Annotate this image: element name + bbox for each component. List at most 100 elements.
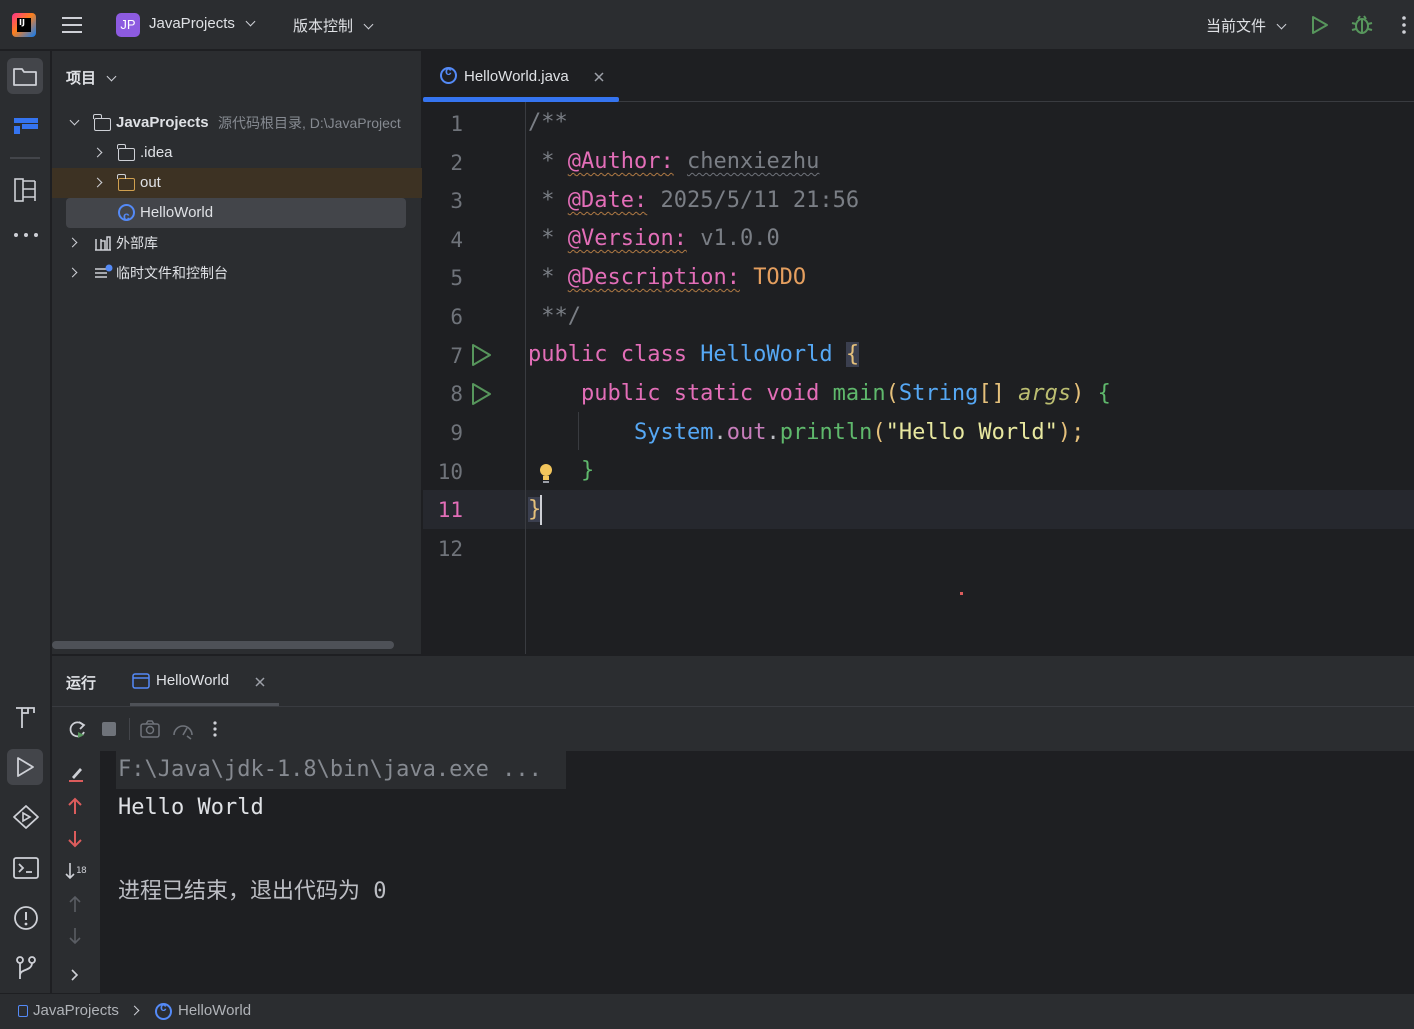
project-name: JavaProjects bbox=[149, 15, 235, 32]
code-line-9: System.out.println("Hello World"); bbox=[528, 420, 1084, 445]
line-number: 7 bbox=[450, 344, 463, 368]
brackets: [] bbox=[978, 381, 1019, 406]
doc-tag: @Date: bbox=[567, 188, 648, 213]
stop-icon[interactable] bbox=[102, 722, 116, 736]
code-line-4: * @Version: v1.0.0 bbox=[528, 226, 780, 251]
tree-root-hint: 源代码根目录, D:\JavaProject bbox=[218, 115, 401, 131]
run-tab-helloworld[interactable]: HelloWorld bbox=[130, 656, 279, 706]
run-gutter-icon[interactable] bbox=[470, 343, 492, 367]
main-menu-icon[interactable] bbox=[62, 15, 84, 35]
string-literal: "Hello World" bbox=[885, 420, 1058, 445]
breadcrumb-file[interactable]: HelloWorld bbox=[178, 1002, 251, 1019]
structure-tool-icon[interactable] bbox=[12, 114, 40, 138]
line-number: 10 bbox=[437, 460, 463, 484]
keyword: public static void bbox=[528, 381, 833, 406]
horizontal-scrollbar[interactable] bbox=[52, 641, 394, 649]
paren: ) bbox=[1071, 381, 1098, 406]
tree-item-label: out bbox=[140, 174, 161, 191]
line-number: 3 bbox=[450, 189, 463, 213]
bookmarks-icon[interactable] bbox=[13, 177, 39, 203]
brace-highlight: { bbox=[845, 342, 860, 367]
tree-item-helloworld[interactable]: HelloWorld bbox=[66, 198, 406, 231]
intellij-logo-icon[interactable]: IJ bbox=[12, 13, 36, 37]
camera-icon[interactable] bbox=[140, 720, 160, 738]
vcs-label: 版本控制 bbox=[293, 18, 354, 35]
method-name: println bbox=[779, 420, 873, 445]
text-cursor bbox=[540, 495, 542, 525]
left-tool-strip bbox=[0, 51, 51, 993]
build-hammer-icon[interactable] bbox=[13, 705, 39, 731]
doc-star: * bbox=[528, 149, 568, 174]
tree-item-label: .idea bbox=[140, 144, 173, 161]
project-badge[interactable]: JP bbox=[116, 13, 140, 37]
project-tool-button[interactable] bbox=[7, 58, 43, 94]
run-config-selector[interactable]: 当前文件 bbox=[1206, 15, 1287, 36]
status-bar: JavaProjects HelloWorld bbox=[0, 993, 1414, 1029]
services-icon[interactable] bbox=[12, 804, 40, 830]
run-tool-window: 运行 HelloWorld 1 8 F:\Java\jdk-1.8\bin\ja… bbox=[52, 655, 1414, 994]
doc-tag: @Version: bbox=[567, 226, 687, 251]
run-icon[interactable] bbox=[1311, 15, 1329, 35]
param-name: args bbox=[1018, 381, 1072, 406]
code-area[interactable]: 1 2 3 4 5 6 7 8 9 10 11 12 /** * @Author… bbox=[423, 102, 1414, 654]
panel-divider bbox=[52, 706, 1414, 707]
project-switcher[interactable]: JavaProjects bbox=[149, 15, 256, 32]
close-icon[interactable] bbox=[255, 677, 265, 687]
more-tools-icon[interactable] bbox=[13, 231, 39, 239]
folder-icon bbox=[13, 68, 37, 86]
java-class-icon bbox=[440, 64, 457, 84]
more-options-icon[interactable] bbox=[1400, 15, 1408, 35]
run-gutter-icon[interactable] bbox=[470, 382, 492, 406]
breadcrumb-project[interactable]: JavaProjects bbox=[33, 1002, 119, 1019]
keyword: public class bbox=[528, 342, 701, 367]
doc-value: chenxiezhu bbox=[686, 149, 820, 174]
project-panel-header[interactable]: 项目 bbox=[66, 67, 117, 88]
scroll-up-icon[interactable] bbox=[67, 796, 83, 816]
line-number: 4 bbox=[450, 228, 463, 252]
java-class-icon bbox=[118, 201, 135, 231]
sort-icon[interactable]: 1 8 bbox=[65, 861, 87, 881]
more-options-icon[interactable] bbox=[211, 720, 219, 738]
svg-text:8: 8 bbox=[81, 866, 87, 876]
run-tab-label: HelloWorld bbox=[156, 672, 230, 689]
prev-occurrence-icon[interactable] bbox=[67, 894, 83, 914]
code-editor: HelloWorld.java 1 2 3 4 5 6 7 8 9 10 11 … bbox=[423, 51, 1414, 654]
doc-tag: @Description: bbox=[567, 265, 740, 290]
folder-icon bbox=[117, 144, 135, 161]
terminal-icon[interactable] bbox=[13, 856, 39, 880]
error-marker bbox=[960, 592, 963, 595]
tree-item-external-libraries[interactable]: 外部库 bbox=[52, 228, 422, 258]
close-icon[interactable] bbox=[594, 72, 604, 82]
chevron-down-icon bbox=[69, 115, 80, 126]
doc-star: * bbox=[528, 188, 568, 213]
project-panel: 项目 JavaProjects 源代码根目录, D:\JavaProject .… bbox=[52, 51, 422, 654]
tree-item-label: HelloWorld bbox=[140, 204, 214, 221]
chevron-right-icon[interactable] bbox=[69, 967, 81, 983]
debug-icon[interactable] bbox=[1351, 13, 1373, 37]
chevron-down-icon bbox=[363, 19, 374, 30]
problems-icon[interactable] bbox=[13, 905, 39, 931]
dot: . bbox=[713, 420, 727, 445]
line-number: 9 bbox=[450, 421, 463, 445]
tree-item-out[interactable]: out bbox=[52, 168, 422, 198]
tree-root-javaprojects[interactable]: JavaProjects 源代码根目录, D:\JavaProject bbox=[52, 108, 422, 138]
tree-item-scratches[interactable]: 临时文件和控制台 bbox=[52, 258, 422, 288]
rerun-icon[interactable] bbox=[66, 719, 88, 741]
next-occurrence-icon[interactable] bbox=[67, 926, 83, 946]
editor-tab-helloworld[interactable]: HelloWorld.java bbox=[423, 51, 619, 102]
run-tool-button[interactable] bbox=[7, 749, 43, 785]
tree-root-label: JavaProjects bbox=[116, 114, 209, 131]
console-command[interactable]: F:\Java\jdk-1.8\bin\java.exe ... bbox=[118, 757, 542, 782]
line-number: 6 bbox=[450, 305, 463, 329]
tree-item-idea[interactable]: .idea bbox=[52, 138, 422, 168]
line-number: 2 bbox=[450, 151, 463, 175]
console-output[interactable]: F:\Java\jdk-1.8\bin\java.exe ... Hello W… bbox=[100, 751, 1414, 994]
code-line-6: **/ bbox=[528, 304, 581, 329]
clear-console-icon[interactable] bbox=[66, 764, 86, 784]
vcs-menu[interactable]: 版本控制 bbox=[293, 15, 374, 36]
doc-value: v1.0.0 bbox=[700, 226, 780, 251]
breadcrumb-separator-icon bbox=[129, 1005, 140, 1016]
git-branch-icon[interactable] bbox=[14, 955, 38, 981]
scroll-down-icon[interactable] bbox=[67, 829, 83, 849]
profiler-icon[interactable] bbox=[172, 720, 194, 740]
